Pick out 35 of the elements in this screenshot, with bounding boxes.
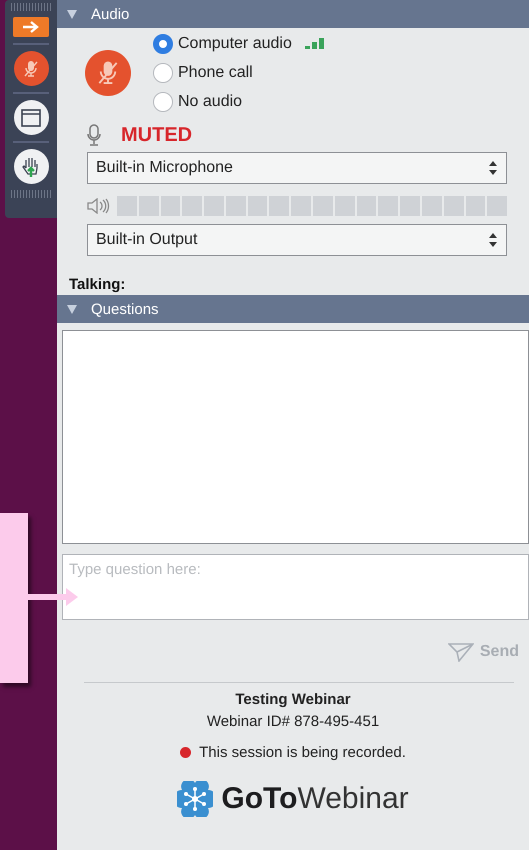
stepper-icon bbox=[488, 232, 498, 248]
recording-notice: This session is being recorded. bbox=[199, 744, 406, 761]
webinar-title: Testing Webinar bbox=[235, 691, 351, 708]
recording-dot-icon bbox=[180, 747, 192, 758]
radio-button[interactable] bbox=[153, 92, 173, 112]
question-field[interactable]: Type question here: bbox=[62, 554, 529, 620]
radio-label: Phone call bbox=[178, 64, 253, 82]
talking-label: Talking: bbox=[68, 276, 126, 293]
muted-microphone-icon bbox=[96, 60, 120, 86]
mute-button[interactable] bbox=[14, 51, 48, 86]
send-icon bbox=[448, 642, 474, 662]
window-icon bbox=[21, 108, 41, 126]
microphone-icon bbox=[87, 124, 101, 146]
stepper-icon bbox=[488, 160, 498, 176]
speaker-select[interactable]: Built-in Output bbox=[87, 224, 507, 256]
muted-label: MUTED bbox=[121, 124, 192, 146]
radio-button[interactable] bbox=[153, 63, 173, 83]
collapse-button[interactable] bbox=[13, 17, 49, 37]
webinar-id: Webinar ID# 878-495-451 bbox=[206, 713, 380, 730]
window-button[interactable] bbox=[14, 100, 48, 135]
radio-label: Computer audio bbox=[178, 35, 292, 53]
radio-label: No audio bbox=[178, 93, 242, 111]
microphone-select[interactable]: Built-in Microphone bbox=[87, 152, 507, 184]
mute-button[interactable] bbox=[85, 50, 131, 96]
speaker-icon bbox=[87, 198, 111, 214]
raise-hand-button[interactable] bbox=[14, 149, 48, 184]
section-header[interactable]: Questions bbox=[57, 295, 529, 323]
section-header[interactable]: Audio bbox=[57, 0, 529, 28]
radio-button[interactable] bbox=[153, 34, 173, 54]
section-title: Questions bbox=[91, 300, 159, 318]
signal-icon bbox=[304, 38, 325, 50]
flower-logo-icon bbox=[177, 781, 214, 817]
logo-wordmark: GoToWebinar bbox=[221, 782, 409, 816]
muted-microphone-icon bbox=[23, 60, 39, 78]
section-title: Audio bbox=[91, 6, 130, 22]
